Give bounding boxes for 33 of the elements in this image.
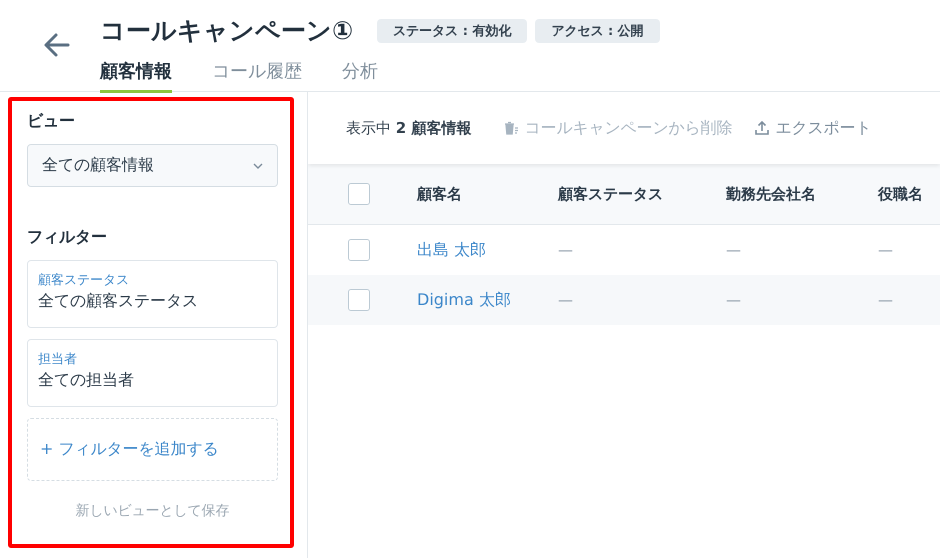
column-header[interactable]: 勤務先会社名	[726, 184, 878, 204]
trash-icon	[503, 120, 520, 136]
table-cell-text: —	[726, 291, 742, 309]
filter-value: 全ての顧客ステータス	[38, 291, 199, 312]
column-header[interactable]: 顧客ステータス	[558, 184, 726, 204]
filter-label: 担当者	[38, 351, 78, 368]
filter-card[interactable]: 担当者 全ての担当者	[27, 339, 278, 407]
filter-card[interactable]: 顧客ステータス 全ての顧客ステータス	[27, 260, 278, 328]
table-cell-text: —	[558, 241, 574, 259]
column-header[interactable]: 顧客名	[417, 184, 558, 204]
page-title: コールキャンペーン①	[100, 15, 354, 47]
table-cell-text: —	[558, 291, 574, 309]
upload-icon	[754, 120, 770, 136]
column-header[interactable]: 役職名	[878, 184, 940, 204]
customer-name-link[interactable]: 出島 太郎	[417, 240, 558, 260]
section-heading: ビュー	[27, 111, 76, 132]
filter-label: 顧客ステータス	[38, 272, 130, 289]
table-cell-text: —	[878, 241, 894, 259]
status-badge: ステータス : 有効化	[377, 18, 528, 42]
table-cell-text: —	[878, 291, 894, 309]
chevron-down-icon	[253, 162, 263, 168]
add-filter-button[interactable]: + フィルターを追加する	[27, 418, 278, 481]
checkbox[interactable]	[348, 289, 370, 311]
customer-name-link[interactable]: Digima 太郎	[417, 290, 558, 310]
record-count: 表示中 2 顧客情報	[346, 118, 472, 138]
status-badge: アクセス : 公開	[535, 18, 660, 42]
table-cell-text: —	[726, 241, 742, 259]
section-heading: フィルター	[27, 227, 108, 248]
filter-value: 全ての担当者	[38, 370, 135, 391]
tab[interactable]: 顧客情報	[100, 55, 172, 93]
checkbox[interactable]	[348, 183, 370, 205]
view-dropdown[interactable]: 全ての顧客情報	[27, 144, 278, 187]
checkbox[interactable]	[348, 239, 370, 261]
